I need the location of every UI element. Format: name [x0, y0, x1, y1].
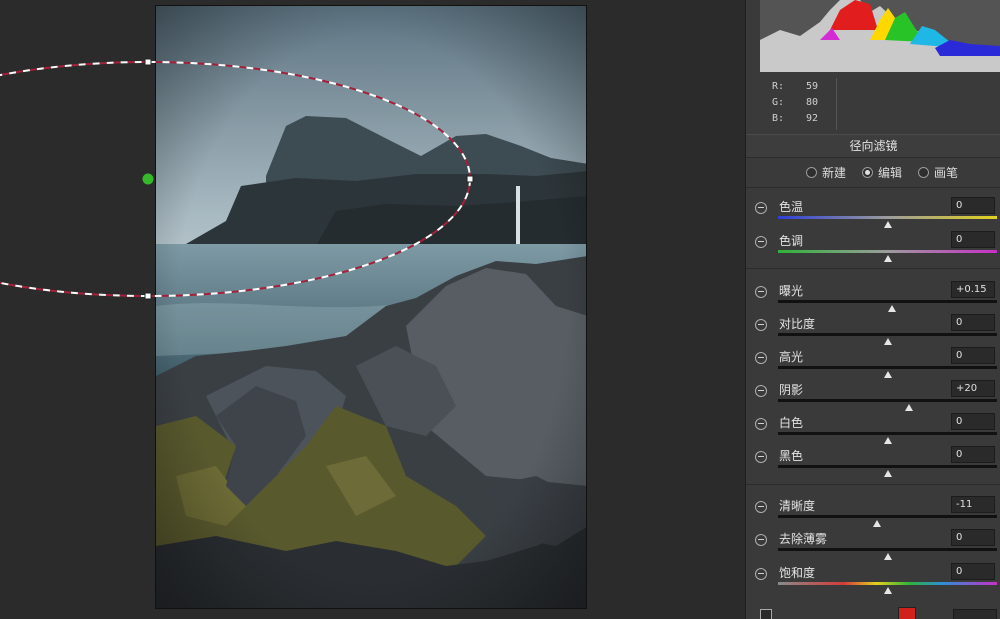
slider-row-contrast: 对比度 0	[746, 311, 1000, 345]
mode-edit-label: 编辑	[878, 165, 903, 180]
slider-row-clarity: 清晰度 -11	[746, 493, 1000, 527]
resize-handle-icon[interactable]	[466, 175, 474, 183]
rgb-key-b: B:	[772, 112, 785, 124]
slider-value-saturation[interactable]: 0	[951, 563, 995, 580]
slider-label-saturation: 饱和度	[779, 566, 816, 580]
slider-value-whites[interactable]: 0	[951, 413, 995, 430]
slider-value-contrast[interactable]: 0	[951, 314, 995, 331]
divider	[746, 484, 1000, 485]
mode-selector: 新建 编辑 画笔	[806, 163, 958, 181]
slider-label-clarity: 清晰度	[779, 499, 816, 513]
slider-row-blacks: 黑色 0	[746, 443, 1000, 477]
panel-title: 径向滤镜	[746, 134, 1000, 158]
slider-track-blacks[interactable]	[778, 465, 997, 468]
slider-value-dehaze[interactable]: 0	[951, 529, 995, 546]
slider-row-tint: 色调 0	[746, 228, 1000, 262]
slider-label-shadows: 阴影	[779, 383, 804, 397]
minus-circle-icon[interactable]	[755, 352, 767, 364]
slider-row-saturation: 饱和度 0	[746, 560, 1000, 594]
slider-label-exposure: 曝光	[779, 284, 804, 298]
options-dropdown[interactable]	[953, 609, 997, 619]
slider-value-highlights[interactable]: 0	[951, 347, 995, 364]
slider-thumb-blacks[interactable]	[883, 470, 892, 477]
rgb-value-b: 92	[805, 112, 818, 124]
slider-row-exposure: 曝光 +0.15	[746, 278, 1000, 312]
slider-track-contrast[interactable]	[778, 333, 997, 336]
divider	[746, 187, 1000, 188]
radio-icon[interactable]	[806, 166, 817, 178]
minus-circle-icon[interactable]	[755, 418, 767, 430]
mode-edit[interactable]: 编辑	[862, 163, 902, 181]
slider-value-exposure[interactable]: +0.15	[951, 281, 995, 298]
slider-track-tint[interactable]	[778, 250, 997, 253]
adjustment-panel: R: 59 G: 80 B: 92 径向滤镜 新建 编辑 画笔 色温 0 色调 0 曝光 +0.…	[745, 0, 1000, 619]
slider-label-temp: 色温	[779, 200, 804, 214]
checkbox[interactable]	[760, 609, 772, 619]
minus-circle-icon[interactable]	[755, 534, 767, 546]
minus-circle-icon[interactable]	[755, 568, 767, 580]
slider-value-tint[interactable]: 0	[951, 231, 995, 248]
slider-value-blacks[interactable]: 0	[951, 446, 995, 463]
minus-circle-icon[interactable]	[755, 451, 767, 463]
minus-circle-icon[interactable]	[755, 319, 767, 331]
slider-value-clarity[interactable]: -11	[951, 496, 995, 513]
slider-track-saturation[interactable]	[778, 582, 997, 585]
slider-value-temp[interactable]: 0	[951, 197, 995, 214]
mode-brush-label: 画笔	[934, 165, 959, 180]
radio-icon[interactable]	[918, 166, 930, 178]
slider-thumb-saturation[interactable]	[883, 587, 892, 594]
minus-circle-icon[interactable]	[755, 385, 767, 397]
divider	[746, 268, 1000, 269]
radial-filter-ellipse[interactable]	[0, 0, 745, 619]
slider-row-whites: 白色 0	[746, 410, 1000, 444]
slider-thumb-dehaze[interactable]	[883, 553, 892, 560]
resize-handle-icon[interactable]	[144, 58, 152, 66]
slider-row-highlights: 高光 0	[746, 344, 1000, 378]
rgb-key-g: G:	[772, 96, 785, 108]
minus-circle-icon[interactable]	[755, 202, 767, 214]
rgb-divider	[836, 78, 837, 130]
slider-label-tint: 色调	[779, 234, 804, 248]
mode-new[interactable]: 新建	[806, 163, 846, 181]
slider-track-whites[interactable]	[778, 432, 997, 435]
color-swatch[interactable]	[898, 607, 916, 619]
slider-label-highlights: 高光	[779, 350, 804, 364]
mode-new-label: 新建	[822, 165, 847, 180]
slider-track-shadows[interactable]	[778, 399, 997, 402]
slider-label-contrast: 对比度	[779, 317, 816, 331]
slider-track-highlights[interactable]	[778, 366, 997, 369]
rgb-value-g: 80	[805, 96, 818, 108]
slider-track-dehaze[interactable]	[778, 548, 997, 551]
rgb-readout: R: 59 G: 80 B: 92	[750, 78, 836, 134]
minus-circle-icon[interactable]	[755, 236, 767, 248]
slider-track-exposure[interactable]	[778, 300, 997, 303]
slider-row-shadows: 阴影 +20	[746, 377, 1000, 411]
rgb-value-r: 59	[805, 80, 818, 92]
minus-circle-icon[interactable]	[755, 501, 767, 513]
radio-icon[interactable]	[862, 166, 874, 178]
image-canvas[interactable]	[0, 0, 745, 619]
rgb-key-r: R:	[772, 80, 785, 92]
filter-pin-icon[interactable]	[142, 173, 154, 185]
slider-label-blacks: 黑色	[779, 449, 804, 463]
slider-label-whites: 白色	[779, 416, 804, 430]
slider-thumb-temp[interactable]	[883, 221, 892, 228]
slider-row-dehaze: 去除薄雾 0	[746, 526, 1000, 560]
slider-value-shadows[interactable]: +20	[951, 380, 995, 397]
slider-row-temp: 色温 0	[746, 194, 1000, 228]
slider-track-temp[interactable]	[778, 216, 997, 219]
slider-thumb-tint[interactable]	[883, 255, 892, 262]
histogram	[760, 0, 1000, 72]
mode-brush[interactable]: 画笔	[918, 163, 958, 181]
resize-handle-icon[interactable]	[144, 292, 152, 300]
bottom-options	[746, 603, 1000, 619]
slider-track-clarity[interactable]	[778, 515, 997, 518]
slider-label-dehaze: 去除薄雾	[779, 532, 828, 546]
minus-circle-icon[interactable]	[755, 286, 767, 298]
